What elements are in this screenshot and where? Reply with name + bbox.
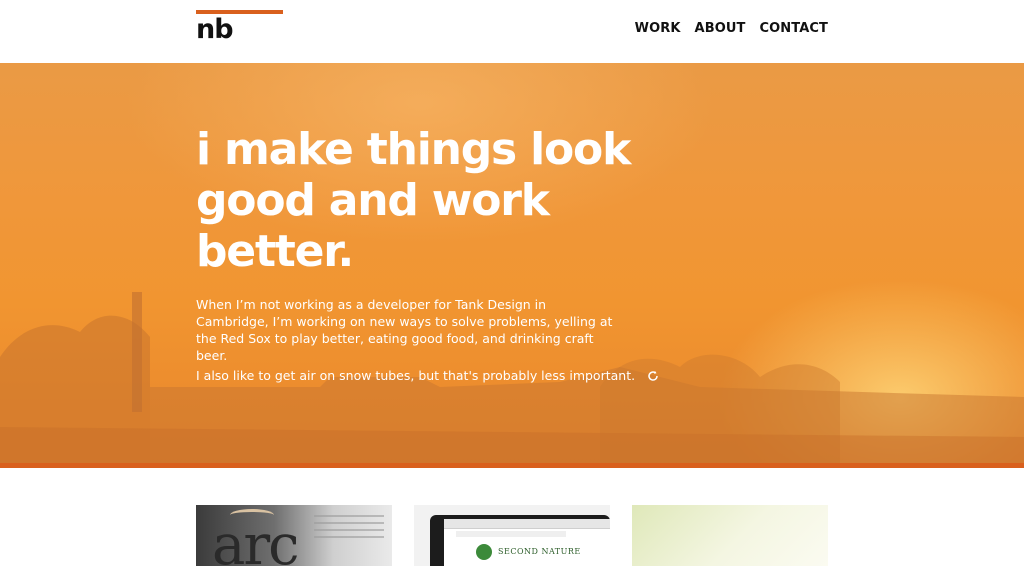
main-nav: WORK ABOUT CONTACT <box>635 21 828 36</box>
project-card-arc[interactable]: arc <box>196 505 392 566</box>
site-header: nb WORK ABOUT CONTACT <box>0 0 1024 63</box>
project-card-second-nature[interactable]: SECOND NATURE <box>414 505 610 566</box>
browser-window: SECOND NATURE <box>444 519 610 566</box>
arc-logo-text: arc <box>212 513 300 566</box>
arc-text-lines <box>314 515 384 543</box>
project-card-third[interactable] <box>632 505 828 566</box>
refresh-icon[interactable] <box>647 369 659 386</box>
browser-tab-bar <box>444 519 610 529</box>
hero-secondary-paragraph: I also like to get air on snow tubes, bu… <box>196 367 658 386</box>
site-logo[interactable]: nb <box>196 14 234 46</box>
hero-headline: i make things look good and work better. <box>196 124 636 277</box>
hero-intro-paragraph: When I’m not working as a developer for … <box>196 297 613 363</box>
nav-contact-link[interactable]: CONTACT <box>760 21 829 36</box>
hero-section: i make things look good and work better.… <box>0 63 1024 467</box>
second-nature-logo-text: SECOND NATURE <box>498 547 581 556</box>
hero-bottom-border <box>0 463 1024 468</box>
headline-line-1: i make things look <box>196 124 631 175</box>
hero-secondary-text: I also like to get air on snow tubes, bu… <box>196 368 636 383</box>
second-nature-logo-icon <box>476 544 492 560</box>
headline-line-2: good and work <box>196 175 550 226</box>
browser-url-bar <box>456 531 566 537</box>
nav-work-link[interactable]: WORK <box>635 21 681 36</box>
headline-line-3: better. <box>196 226 354 277</box>
nav-about-link[interactable]: ABOUT <box>695 21 746 36</box>
